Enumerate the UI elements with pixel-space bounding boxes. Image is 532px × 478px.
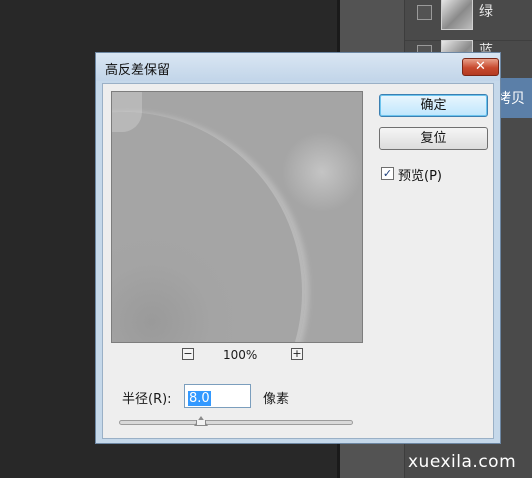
watermark: xuexila.com xyxy=(408,452,517,472)
dialog-body: − 100% + 半径(R): 8.0 像素 确定 复位 ✓ 预览(P) xyxy=(102,83,494,439)
radius-unit-label: 像素 xyxy=(263,392,290,407)
high-pass-dialog: 高反差保留 ✕ − 100% + 半径(R): 8.0 像素 确定 复位 ✓ 预… xyxy=(95,52,501,444)
dialog-title: 高反差保留 xyxy=(105,63,171,78)
plus-icon: + xyxy=(292,347,302,360)
ok-button[interactable]: 确定 xyxy=(379,94,488,117)
layer-name: 拷贝 xyxy=(497,91,525,107)
radius-slider-track[interactable] xyxy=(119,420,353,425)
close-icon: ✕ xyxy=(475,59,486,74)
preview-pane[interactable] xyxy=(111,91,363,343)
close-button[interactable]: ✕ xyxy=(462,58,499,76)
preview-checkbox-label[interactable]: 预览(P) xyxy=(398,165,442,184)
dialog-titlebar[interactable]: 高反差保留 ✕ xyxy=(96,53,500,81)
layer-thumbnail xyxy=(441,0,473,30)
radius-slider-thumb-base[interactable] xyxy=(195,420,206,426)
zoom-in-button[interactable]: + xyxy=(291,348,303,360)
checkmark-icon: ✓ xyxy=(382,167,393,180)
layer-name: 绿 xyxy=(479,4,493,20)
layer-row-green[interactable]: 绿 xyxy=(405,0,532,41)
radius-input[interactable]: 8.0 xyxy=(184,384,251,408)
radius-value: 8.0 xyxy=(188,391,211,406)
preview-checkbox[interactable]: ✓ xyxy=(381,167,394,180)
zoom-level: 100% xyxy=(223,348,258,362)
minus-icon: − xyxy=(183,347,193,360)
radius-label: 半径(R): xyxy=(122,392,172,407)
layer-visibility-checkbox[interactable] xyxy=(417,5,432,20)
reset-button[interactable]: 复位 xyxy=(379,127,488,150)
zoom-out-button[interactable]: − xyxy=(182,348,194,360)
